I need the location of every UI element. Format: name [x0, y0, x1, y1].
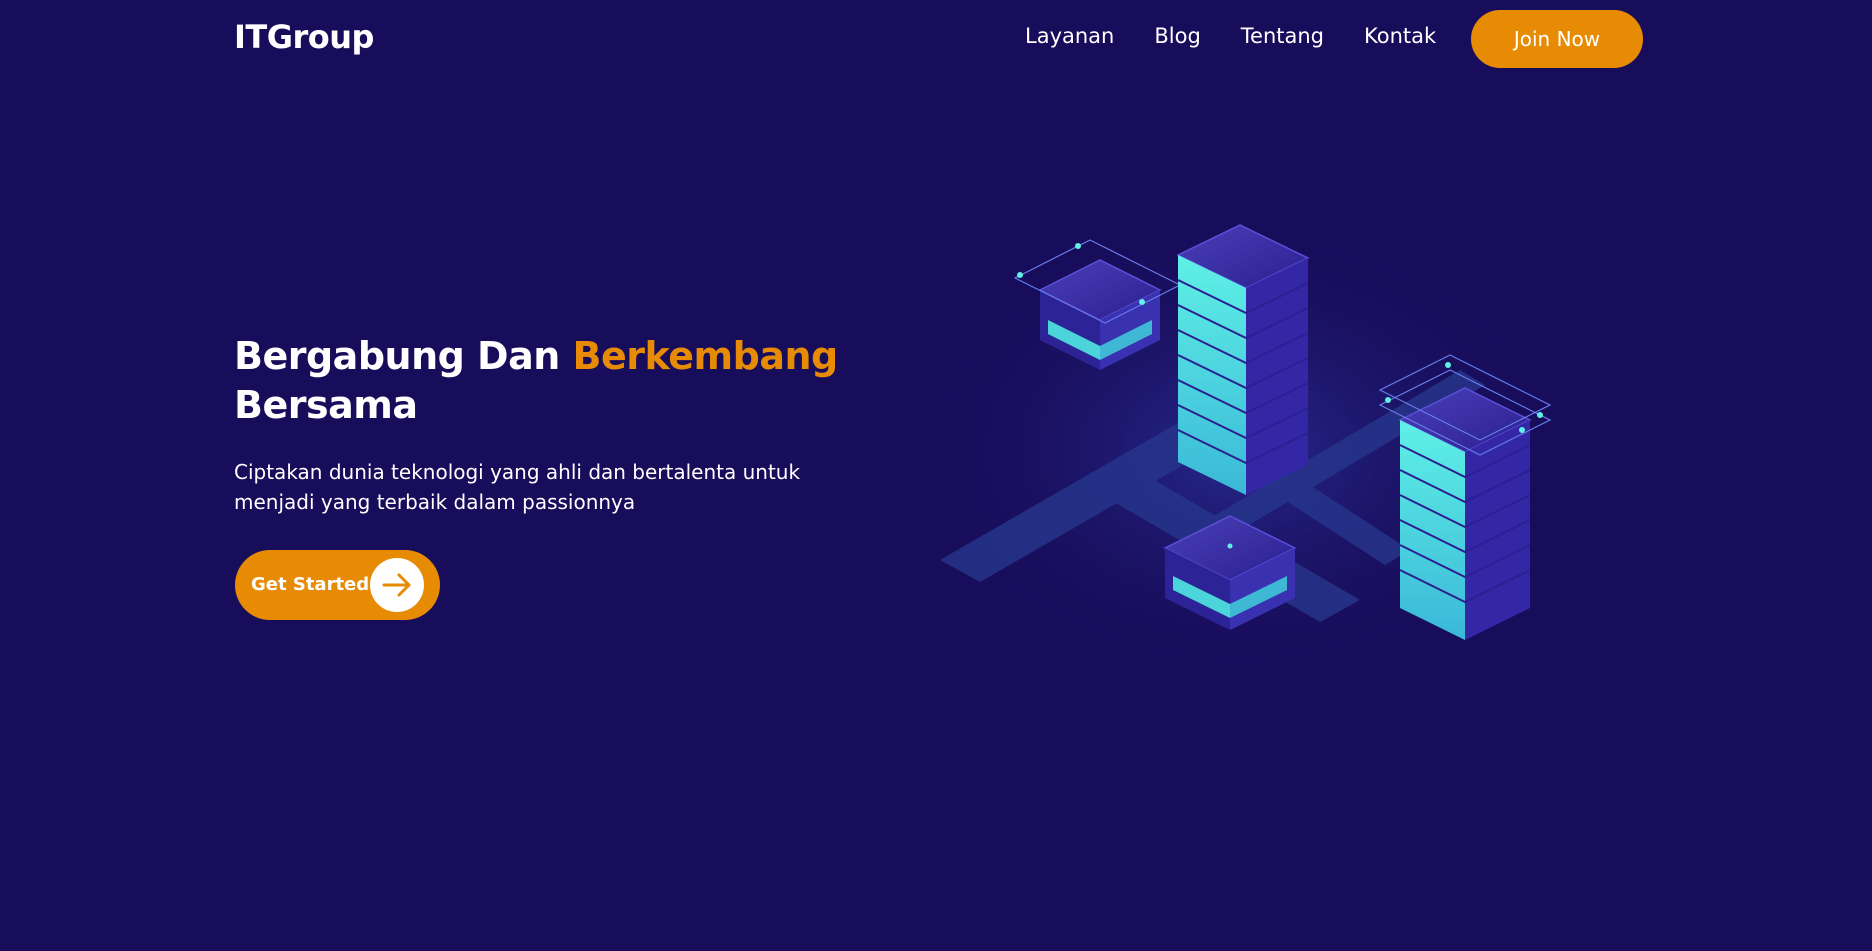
nav-links: Layanan Blog Tentang Kontak	[1025, 24, 1436, 48]
join-now-button[interactable]: Join Now	[1471, 10, 1643, 68]
hero-title-part2: Bersama	[234, 383, 418, 427]
logo[interactable]: ITGroup	[234, 18, 374, 56]
get-started-label: Get Started	[251, 574, 370, 595]
navbar: ITGroup Layanan Blog Tentang Kontak Join…	[0, 0, 1872, 80]
hero-title-part1: Bergabung Dan	[234, 334, 573, 378]
nav-link-layanan[interactable]: Layanan	[1025, 24, 1114, 48]
hero-subtitle: Ciptakan dunia teknologi yang ahli dan b…	[234, 457, 854, 517]
tall-server-center	[1176, 224, 1310, 495]
nav-link-blog[interactable]: Blog	[1154, 24, 1200, 48]
nav-link-tentang[interactable]: Tentang	[1241, 24, 1324, 48]
arrow-right-icon	[370, 558, 424, 612]
nav-link-kontak[interactable]: Kontak	[1364, 24, 1436, 48]
hero-title: Bergabung Dan Berkembang Bersama	[234, 332, 874, 430]
get-started-button[interactable]: Get Started	[235, 550, 440, 620]
hero-subtitle-line2: menjadi yang terbaik dalam passionnya	[234, 490, 636, 514]
hero-subtitle-line1: Ciptakan dunia teknologi yang ahli dan b…	[234, 460, 801, 484]
hero-title-accent: Berkembang	[572, 334, 839, 378]
server-illustration	[940, 220, 1570, 680]
